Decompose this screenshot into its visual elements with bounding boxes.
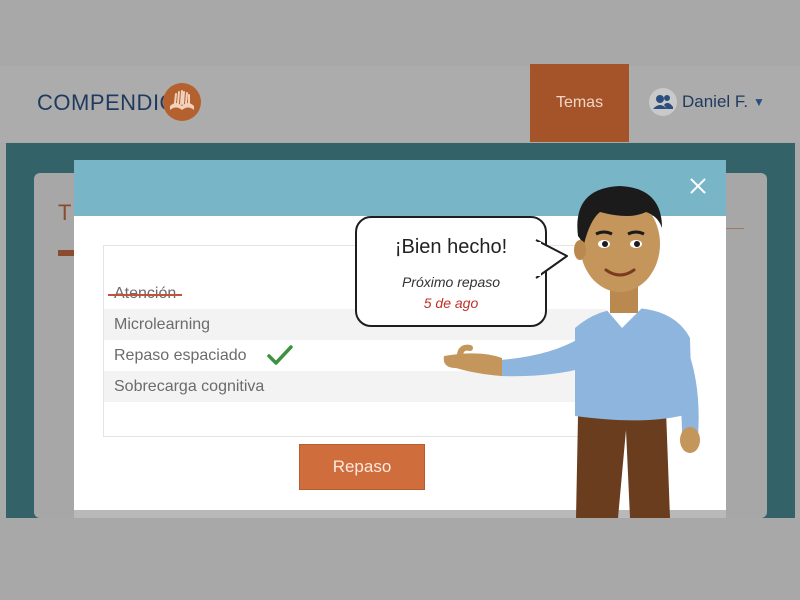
bottom-band	[0, 518, 800, 600]
list-item-label: Microlearning	[114, 316, 211, 333]
check-icon	[267, 345, 293, 365]
next-review-date: 5 de ago	[423, 295, 479, 311]
speech-bubble: ¡Bien hecho! Próximo repaso 5 de ago	[355, 216, 547, 327]
chevron-down-icon[interactable]: ▼	[753, 95, 765, 109]
bubble-subtitle: Próximo repaso	[401, 274, 501, 290]
list-item-label: Sobrecarga cognitiva	[114, 378, 265, 395]
users-icon[interactable]	[649, 88, 677, 116]
nav-temas-tab[interactable]: Temas	[530, 64, 629, 142]
top-band	[0, 0, 800, 66]
list-item-label: Repaso espaciado	[114, 347, 247, 364]
brand-name[interactable]: COMPENDIO	[37, 90, 177, 116]
user-name[interactable]: Daniel F.	[682, 92, 748, 112]
background-card-title: T	[58, 200, 72, 225]
bubble-title: ¡Bien hecho!	[394, 236, 508, 258]
book-hands-icon[interactable]	[162, 82, 202, 122]
list-item-label: Atención	[107, 285, 183, 302]
speech-bubble-tail	[535, 239, 568, 279]
repaso-button[interactable]: Repaso	[299, 444, 425, 490]
